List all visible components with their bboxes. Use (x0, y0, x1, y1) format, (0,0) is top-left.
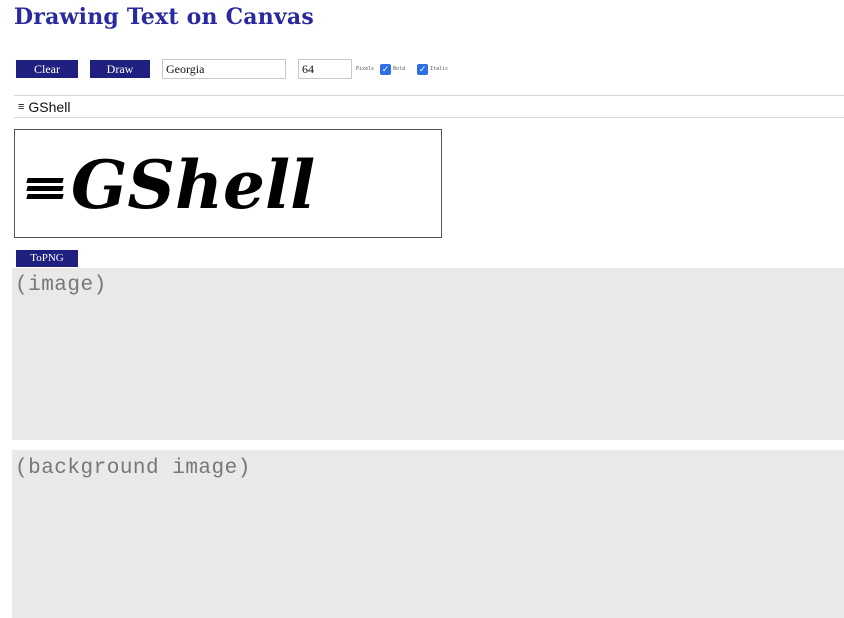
draw-button[interactable]: Draw (90, 60, 150, 78)
clear-button[interactable]: Clear (16, 60, 78, 78)
canvas-text-value: GShell (71, 146, 316, 224)
text-input-field[interactable]: ≡ GShell (14, 95, 844, 118)
page-title: Drawing Text on Canvas (14, 4, 314, 30)
italic-checkbox[interactable]: ✓ Italic (417, 63, 454, 75)
background-panel-label: (background image) (15, 457, 251, 480)
menu-glyph-icon: ≡ (18, 100, 25, 113)
italic-label: Italic (430, 66, 449, 72)
bold-label: Bold (393, 66, 406, 72)
size-input[interactable] (298, 59, 352, 79)
pixels-label: Pixels (356, 66, 375, 72)
font-input[interactable] (162, 59, 286, 79)
toolbar: Clear Draw Pixels ✓ Bold ✓ Italic (16, 59, 460, 79)
text-input-value: GShell (28, 98, 71, 115)
menu-glyph-icon (26, 175, 64, 202)
topng-button[interactable]: ToPNG (16, 250, 78, 267)
drawing-canvas[interactable]: GShell (14, 129, 442, 238)
checkmark-icon[interactable]: ✓ (417, 63, 429, 75)
bold-checkbox[interactable]: ✓ Bold (380, 63, 411, 75)
checkmark-icon[interactable]: ✓ (380, 63, 392, 75)
image-panel: (image) (12, 268, 844, 440)
canvas-rendered-text: GShell (26, 150, 315, 220)
background-image-panel: (background image) (12, 450, 844, 618)
image-panel-label: (image) (15, 274, 107, 297)
page: Drawing Text on Canvas Clear Draw Pixels… (0, 0, 844, 618)
